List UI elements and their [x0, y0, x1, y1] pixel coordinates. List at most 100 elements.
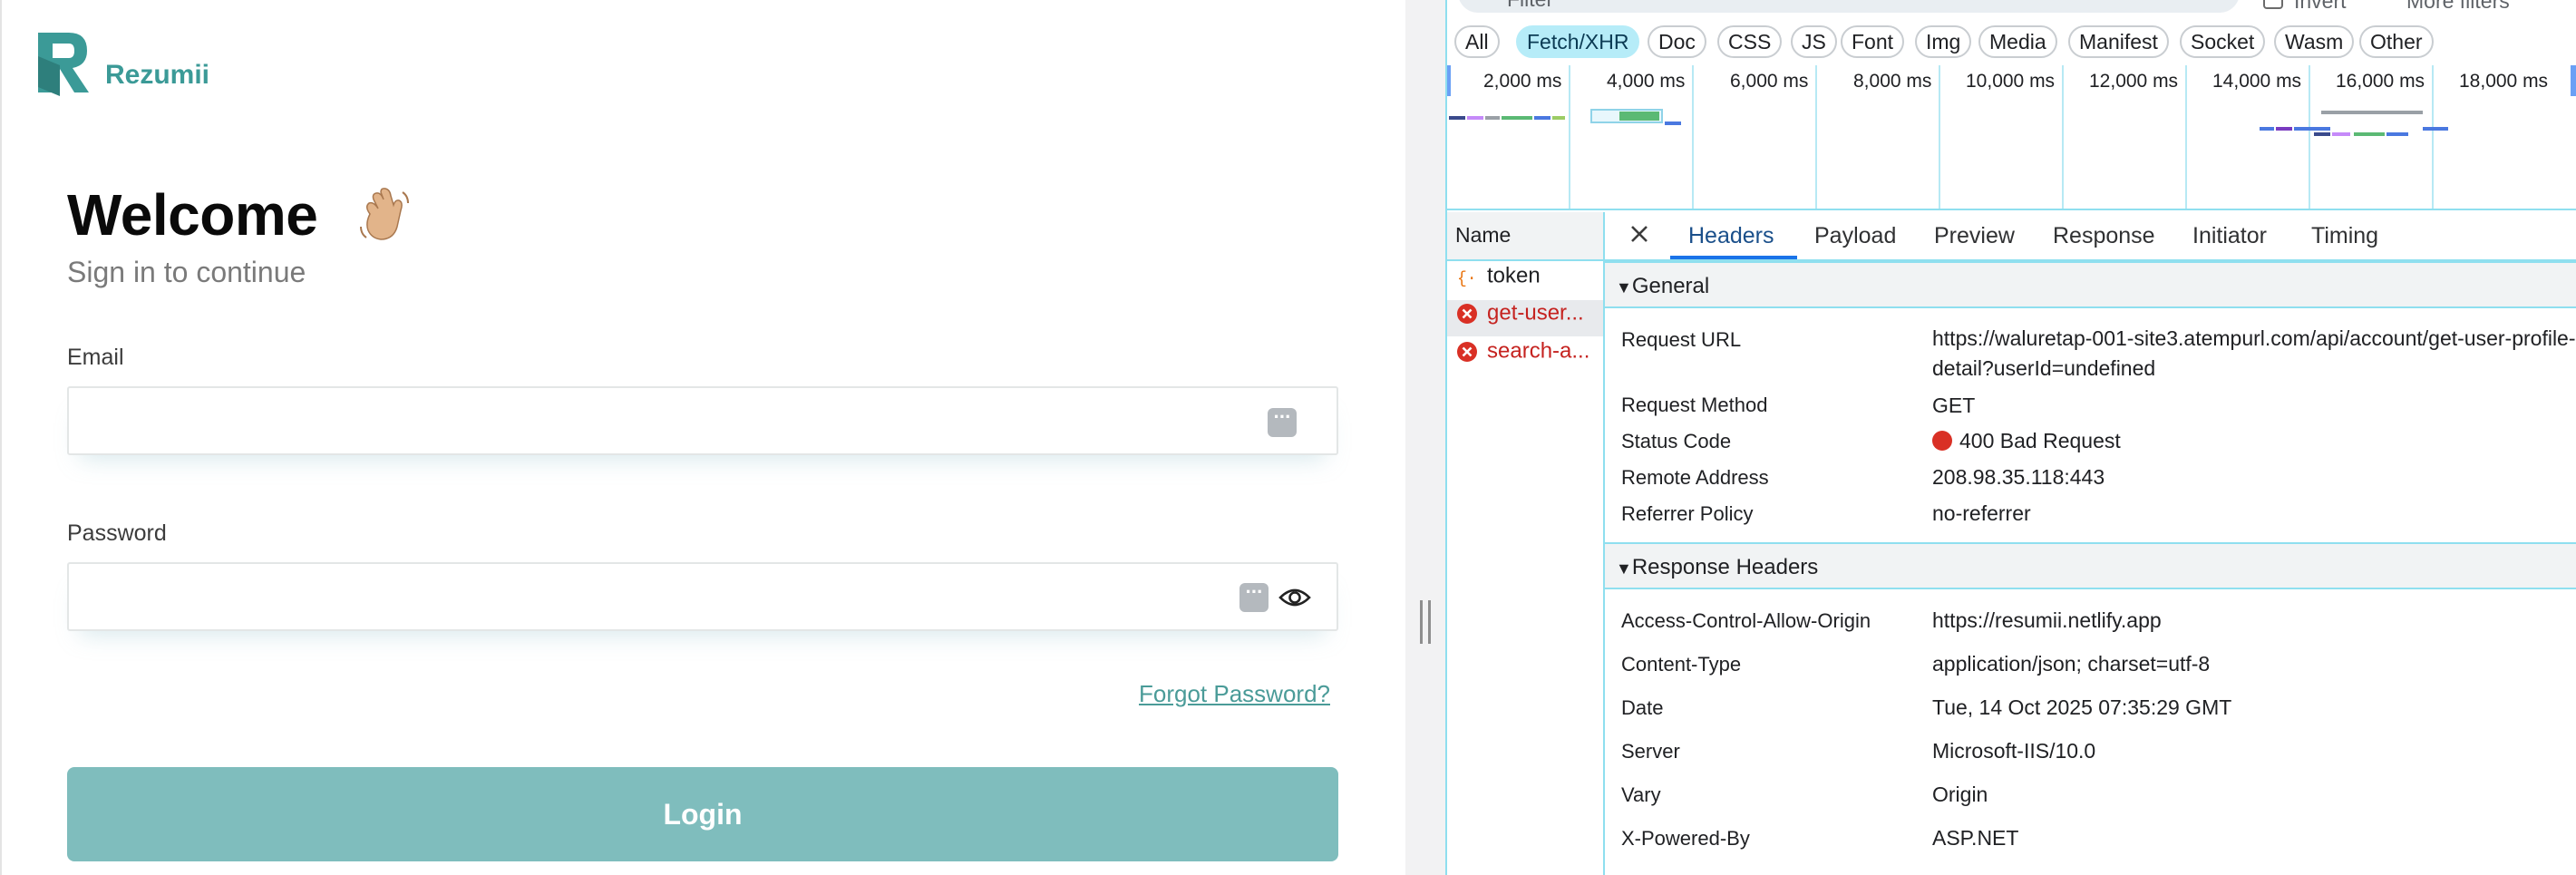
waterfall-bar — [2314, 132, 2330, 136]
splitter-grip-icon[interactable] — [1420, 600, 1431, 644]
filter-chip-socket[interactable]: Socket — [2180, 25, 2266, 58]
collapse-triangle-icon: ▼ — [1616, 559, 1632, 578]
remote-address-label: Remote Address — [1621, 466, 1769, 489]
general-section-title[interactable]: ▼General — [1616, 274, 1709, 299]
error-icon — [1457, 303, 1477, 324]
filter-chip-font[interactable]: Font — [1841, 25, 1905, 58]
tick-label: 2,000 ms — [1483, 71, 1562, 92]
login-button[interactable]: Login — [67, 767, 1338, 861]
filter-chip-css[interactable]: CSS — [1717, 25, 1783, 58]
tab-preview[interactable]: Preview — [1934, 223, 2015, 249]
request-method-label: Request Method — [1621, 394, 1768, 416]
error-icon — [1457, 341, 1477, 362]
tick-label: 4,000 ms — [1607, 71, 1686, 92]
more-filters-dropdown[interactable]: More filters — [2406, 0, 2510, 14]
tick-line — [1569, 65, 1570, 209]
filter-chip-img[interactable]: Img — [1915, 25, 1972, 58]
request-row-get-user[interactable]: get-user... — [1447, 300, 1603, 336]
filter-chip-manifest[interactable]: Manifest — [2068, 25, 2169, 58]
tab-payload[interactable]: Payload — [1814, 223, 1896, 249]
waterfall-bar — [2332, 132, 2350, 136]
response-header-key: Date — [1621, 696, 1664, 719]
close-icon[interactable] — [1623, 218, 1656, 250]
status-code-text: 400 Bad Request — [1959, 429, 2121, 452]
request-name: token — [1487, 263, 1541, 288]
request-name: search-a... — [1487, 338, 1590, 364]
tick-line — [1692, 65, 1694, 209]
status-code-value: 400 Bad Request — [1932, 429, 2121, 453]
waterfall-bar — [2386, 132, 2408, 136]
xhr-icon: {·} — [1457, 270, 1478, 287]
timeline-handle-left[interactable] — [1447, 65, 1451, 96]
password-label: Password — [67, 520, 167, 546]
waterfall-bar — [1534, 116, 1550, 120]
email-label: Email — [67, 345, 124, 370]
waving-hand-icon — [360, 188, 409, 240]
waterfall-bar — [2276, 127, 2292, 131]
filter-chip-all[interactable]: All — [1454, 25, 1500, 58]
status-code-label: Status Code — [1621, 430, 1732, 452]
request-url-label: Request URL — [1621, 328, 1742, 351]
password-manager-icon[interactable]: ··· — [1239, 582, 1269, 612]
forgot-password-link[interactable]: Forgot Password? — [1139, 680, 1330, 708]
request-row-token[interactable]: {·} token — [1447, 263, 1603, 299]
filter-placeholder: Filter — [1507, 0, 1553, 12]
password-field[interactable] — [67, 562, 1338, 631]
filter-chip-fetch-xhr[interactable]: Fetch/XHR — [1516, 25, 1640, 58]
timeline-handle-right[interactable] — [2571, 65, 2576, 96]
request-row-search[interactable]: search-a... — [1447, 338, 1603, 374]
brand-name: Rezumii — [105, 60, 210, 90]
response-header-key: Vary — [1621, 783, 1661, 806]
request-method-value: GET — [1932, 394, 1976, 417]
remote-address-value: 208.98.35.118:443 — [1932, 465, 2105, 489]
waterfall-bar — [1665, 122, 1681, 125]
response-header-value: application/json; charset=utf-8 — [1932, 652, 2211, 676]
response-header-value: Origin — [1932, 783, 1988, 806]
active-tab-indicator — [1670, 256, 1797, 259]
response-header-key: Access-Control-Allow-Origin — [1621, 609, 1871, 632]
waterfall-bar — [2260, 127, 2274, 131]
filter-chip-wasm[interactable]: Wasm — [2274, 25, 2355, 58]
panel-splitter[interactable] — [1405, 0, 1445, 875]
tab-timing[interactable]: Timing — [2311, 223, 2378, 249]
waterfall-bar — [1619, 112, 1659, 121]
response-headers-section-title[interactable]: ▼Response Headers — [1616, 555, 1818, 580]
referrer-policy-label: Referrer Policy — [1621, 502, 1754, 525]
filter-chip-doc[interactable]: Doc — [1648, 25, 1706, 58]
response-header-key: Content-Type — [1621, 653, 1742, 676]
general-section-header[interactable] — [1605, 261, 2576, 308]
tick-label: 6,000 ms — [1730, 71, 1809, 92]
referrer-policy-value: no-referrer — [1932, 501, 2031, 525]
response-header-key: Server — [1621, 740, 1680, 763]
status-error-dot-icon — [1932, 431, 1952, 451]
waterfall-bar — [2354, 132, 2385, 136]
waterfall-bar — [1552, 116, 1565, 120]
section-title: General — [1631, 274, 1710, 298]
tick-line — [1815, 65, 1817, 209]
filter-input[interactable] — [1458, 0, 2240, 13]
filter-chip-js[interactable]: JS — [1791, 25, 1837, 58]
email-field[interactable] — [67, 386, 1338, 455]
response-header-key: X-Powered-By — [1621, 827, 1750, 850]
request-name: get-user... — [1487, 300, 1584, 326]
tick-label: 12,000 ms — [2089, 71, 2179, 92]
tab-headers[interactable]: Headers — [1688, 223, 1774, 249]
tab-initiator[interactable]: Initiator — [2192, 223, 2267, 249]
tick-line — [2062, 65, 2064, 209]
waterfall-bar — [1502, 116, 1532, 120]
collapse-triangle-icon: ▼ — [1616, 278, 1632, 297]
password-manager-icon[interactable]: ··· — [1268, 407, 1297, 437]
waterfall-bar — [2423, 127, 2448, 131]
response-header-value: https://resumii.netlify.app — [1932, 608, 2162, 632]
response-header-value: ASP.NET — [1932, 826, 2019, 850]
tab-response[interactable]: Response — [2053, 223, 2155, 249]
tick-label: 14,000 ms — [2212, 71, 2302, 92]
invert-checkbox[interactable] — [2263, 0, 2283, 9]
filter-chip-media[interactable]: Media — [1978, 25, 2057, 58]
waterfall-bar — [2321, 111, 2423, 114]
name-column-header[interactable]: Name — [1455, 223, 1511, 248]
waterfall-bar — [1449, 116, 1465, 120]
filter-chip-other[interactable]: Other — [2359, 25, 2434, 58]
show-password-eye-icon[interactable] — [1278, 584, 1311, 611]
invert-label: Invert — [2294, 0, 2347, 13]
